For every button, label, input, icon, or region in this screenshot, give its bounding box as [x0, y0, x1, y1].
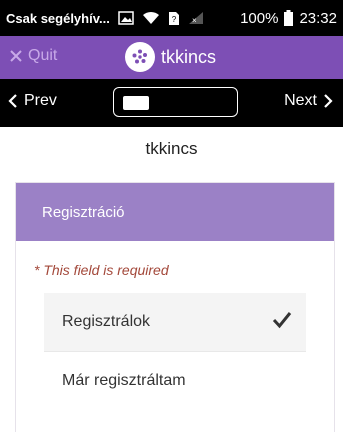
carrier-text: Csak segélyhív... [6, 10, 110, 26]
checkmark-icon [272, 311, 292, 329]
chevron-right-icon [323, 94, 333, 108]
option-already-registered[interactable]: Már regisztráltam [44, 351, 306, 409]
app-brand: tkkincs [125, 42, 216, 72]
wifi-icon [142, 11, 160, 25]
section-header: Regisztráció [16, 183, 334, 241]
page-selector-thumb [123, 96, 149, 110]
sim-icon: ? [168, 11, 180, 26]
app-header: Quit tkkincs [0, 36, 343, 79]
prev-button[interactable]: Prev [8, 92, 57, 110]
page-title: tkkincs [145, 139, 198, 158]
app-title: tkkincs [161, 46, 217, 67]
clock: 23:32 [299, 9, 337, 27]
next-button[interactable]: Next [284, 92, 333, 110]
quit-button[interactable]: Quit [10, 47, 57, 65]
nav-bar: Prev Next [0, 79, 343, 127]
svg-text:?: ? [172, 15, 177, 24]
battery-icon [284, 10, 294, 26]
option-label: Már regisztráltam [62, 371, 186, 389]
chevron-left-icon [8, 94, 18, 108]
svg-text:×: × [192, 16, 197, 25]
registration-card: Regisztráció * This field is required Re… [15, 182, 335, 432]
battery-percent: 100% [240, 9, 279, 27]
option-label: Regisztrálok [62, 313, 151, 330]
status-bar: Csak segélyhív... ? × 100% 23:32 [0, 0, 343, 36]
page-selector-input[interactable] [113, 87, 238, 117]
app-logo-icon [125, 42, 155, 72]
close-icon [10, 50, 22, 62]
status-icons: ? × [118, 11, 204, 26]
image-icon [118, 11, 134, 25]
next-label: Next [284, 92, 317, 109]
quit-label: Quit [28, 47, 58, 64]
option-register[interactable]: Regisztrálok [44, 293, 306, 351]
section-title: Regisztráció [42, 203, 125, 221]
prev-label: Prev [24, 92, 57, 109]
signal-icon: × [188, 11, 204, 25]
required-message: * This field is required [34, 262, 169, 278]
